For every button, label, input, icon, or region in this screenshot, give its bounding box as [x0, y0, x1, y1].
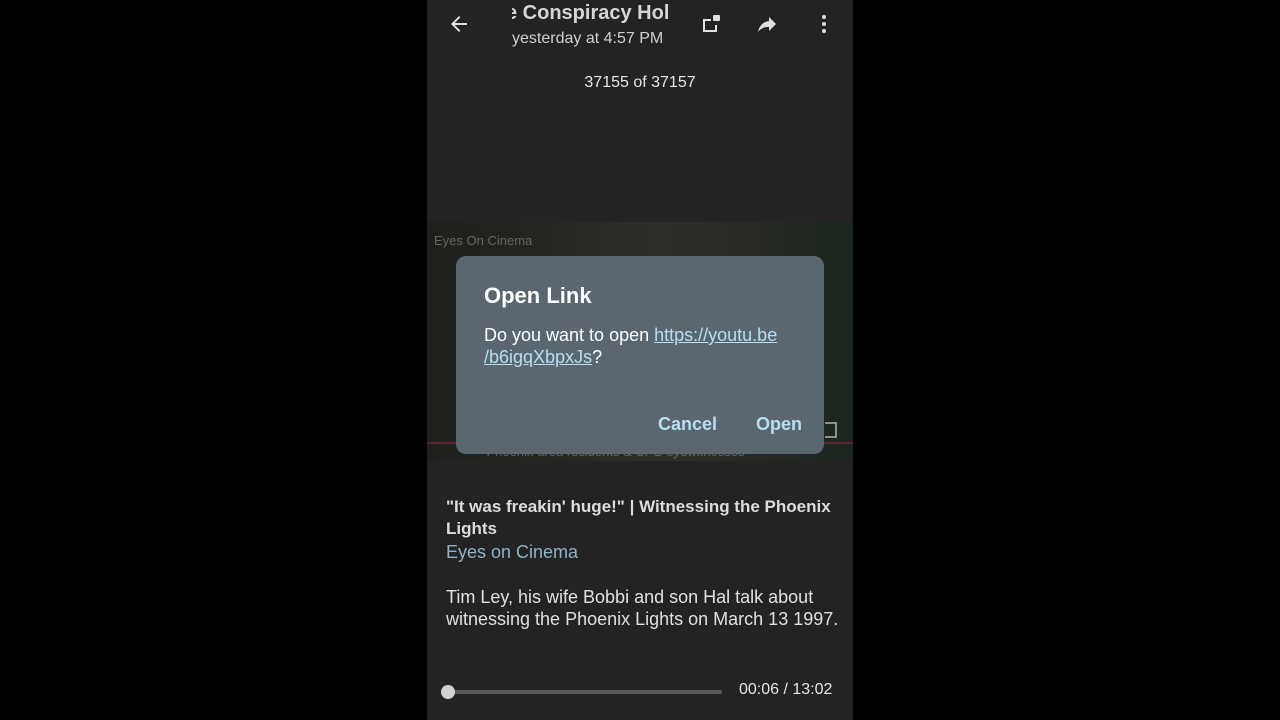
back-button[interactable]: [439, 4, 479, 44]
seek-bar[interactable]: [441, 685, 722, 699]
dialog-title: Open Link: [484, 283, 592, 308]
share-icon: [758, 17, 776, 32]
video-title: "It was freakin' huge!" | Witnessing the…: [446, 497, 831, 538]
open-link-dialog: Open Link Do you want to open https://yo…: [456, 256, 824, 454]
video-description: Tim Ley, his wife Bobbi and son Hal talk…: [446, 587, 839, 629]
open-button[interactable]: Open: [756, 414, 802, 435]
back-arrow-icon: [451, 16, 467, 32]
chat-title: e Conspiracy Hol: [512, 2, 670, 24]
share-button[interactable]: [747, 4, 787, 44]
more-vert-icon: [822, 15, 826, 33]
playback-time: 00:06 / 13:02: [739, 681, 833, 698]
popout-button[interactable]: [691, 4, 731, 44]
phone-screen: e Conspiracy Hol yesterday at 4:57 PM 37…: [427, 0, 853, 720]
channel-link[interactable]: Eyes on Cinema: [446, 540, 841, 564]
video-info: "It was freakin' huge!" | Witnessing the…: [446, 496, 841, 630]
seek-handle[interactable]: [441, 685, 456, 699]
cancel-button[interactable]: Cancel: [658, 414, 717, 435]
dialog-message: Do you want to open https://youtu.be/b6i…: [484, 325, 778, 367]
popout-icon: [703, 15, 720, 32]
media-counter: 37155 of 37157: [584, 74, 696, 91]
top-app-bar: e Conspiracy Hol yesterday at 4:57 PM: [427, 0, 853, 60]
message-timestamp: yesterday at 4:57 PM: [512, 30, 664, 47]
more-options-button[interactable]: [804, 4, 844, 44]
